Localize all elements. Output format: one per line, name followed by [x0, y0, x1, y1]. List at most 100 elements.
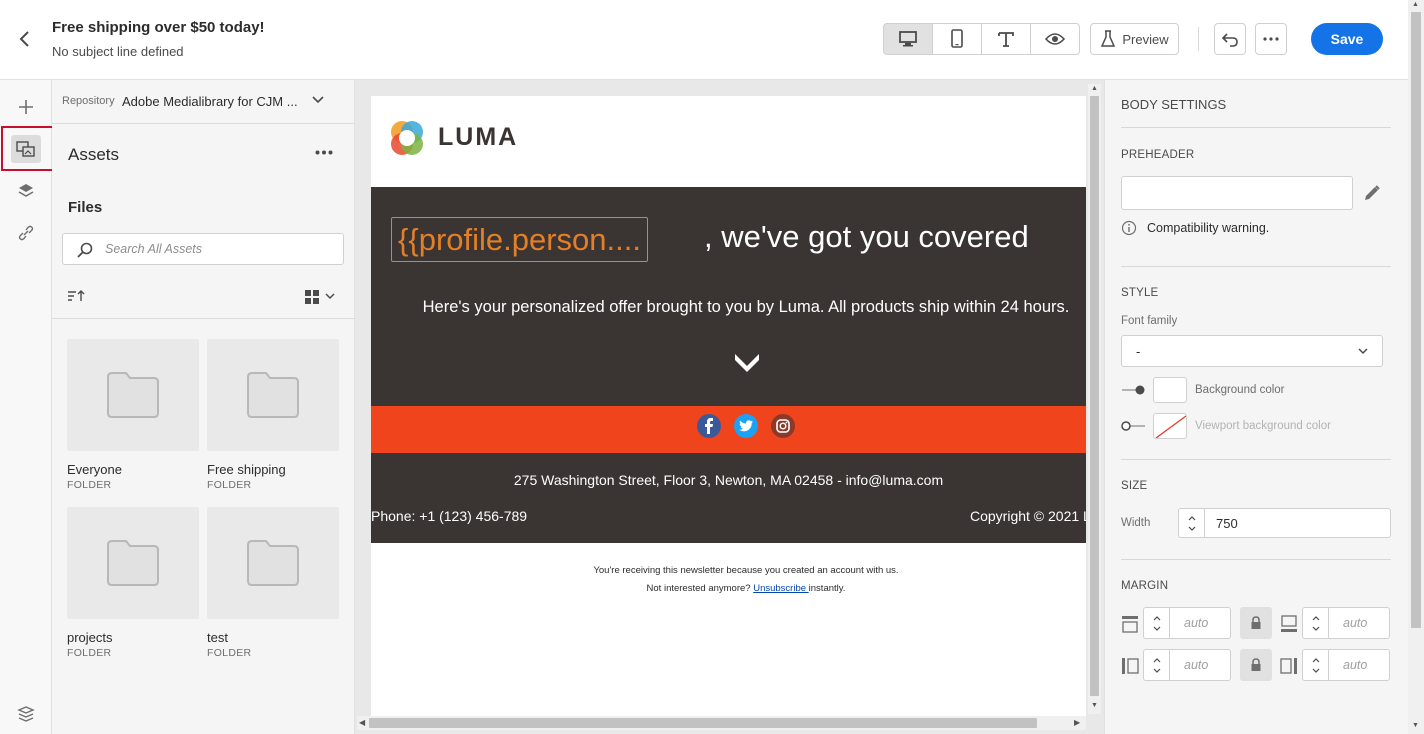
margin-top-icon — [1121, 615, 1139, 633]
newsletter-notice: You're receiving this newsletter because… — [593, 565, 899, 576]
repository-label: Repository — [62, 95, 115, 107]
margin-left-input[interactable]: auto — [1169, 649, 1231, 681]
divider — [1121, 127, 1391, 128]
chevron-down-icon[interactable] — [312, 96, 324, 104]
folder-type: FOLDER — [67, 647, 112, 659]
mobile-icon — [951, 29, 963, 48]
background-color-toggle[interactable] — [1121, 384, 1147, 396]
unsubscribe-link[interactable]: Unsubscribe — [753, 583, 808, 594]
edit-pencil-icon[interactable] — [1363, 184, 1381, 202]
viewport-bg-toggle[interactable] — [1121, 420, 1147, 432]
folder-type: FOLDER — [67, 479, 112, 491]
margin-bottom-stepper[interactable] — [1302, 607, 1328, 639]
canvas-horizontal-scrollbar[interactable]: ◀ ▶ — [357, 716, 1086, 730]
unsubscribe-post: instantly. — [808, 583, 846, 594]
address-footer: 275 Washington Street, Floor 3, Newton, … — [371, 453, 1086, 543]
margin-right-stepper[interactable] — [1302, 649, 1328, 681]
social-bar — [371, 406, 1086, 453]
background-color-swatch[interactable] — [1153, 377, 1187, 403]
instagram-icon[interactable] — [771, 414, 795, 438]
text-view-button[interactable] — [981, 23, 1031, 55]
scroll-thumb[interactable] — [1411, 12, 1421, 628]
twitter-icon[interactable] — [734, 414, 758, 438]
width-stepper[interactable] — [1178, 508, 1204, 538]
headline-text: , we've got you covered — [704, 219, 1029, 254]
font-family-label: Font family — [1121, 315, 1178, 327]
folder-card-free-shipping[interactable] — [207, 339, 339, 451]
margin-bottom-icon — [1280, 615, 1298, 633]
save-button[interactable]: Save — [1311, 23, 1383, 55]
folder-icon — [247, 372, 299, 418]
preview-button[interactable]: Preview — [1090, 23, 1179, 55]
address-text: 275 Washington Street, Floor 3, Newton, … — [513, 472, 944, 488]
scroll-up-icon[interactable]: ▲ — [1091, 85, 1098, 92]
divider — [1121, 266, 1391, 267]
assets-panel: Repository Adobe Medialibrary for CJM ..… — [52, 80, 355, 734]
phone-text: Phone: +1 (123) 456-789 — [371, 508, 528, 524]
grid-view-icon[interactable] — [304, 289, 338, 305]
scroll-down-icon[interactable]: ▼ — [1091, 702, 1098, 709]
left-rail — [0, 80, 55, 734]
preheader-input[interactable] — [1121, 176, 1353, 210]
canvas-vertical-scrollbar[interactable]: ▲ ▼ — [1088, 84, 1101, 714]
email-preview[interactable]: LUMA {{profile.person.... , we've got yo… — [371, 96, 1086, 716]
search-icon — [77, 242, 93, 258]
width-label: Width — [1121, 517, 1151, 529]
lock-icon[interactable] — [1240, 649, 1272, 681]
preheader-heading: PREHEADER — [1121, 149, 1195, 161]
divider — [1198, 27, 1199, 51]
personalization-token[interactable]: {{profile.person.... — [391, 217, 648, 262]
luma-logo-icon — [387, 118, 427, 158]
margin-bottom-input[interactable]: auto — [1328, 607, 1390, 639]
folder-card-test[interactable] — [207, 507, 339, 619]
chevron-down-icon — [734, 352, 760, 372]
divider — [52, 123, 355, 124]
page-scrollbar[interactable]: ▲ ▼ — [1408, 0, 1424, 734]
scroll-left-icon[interactable]: ◀ — [359, 718, 365, 727]
lock-icon[interactable] — [1240, 607, 1272, 639]
margin-top-stepper[interactable] — [1143, 607, 1169, 639]
more-options-button[interactable] — [1255, 23, 1287, 55]
folder-type: FOLDER — [207, 647, 252, 659]
facebook-icon[interactable] — [697, 414, 721, 438]
add-icon[interactable] — [14, 95, 38, 119]
mobile-view-button[interactable] — [932, 23, 982, 55]
folder-card-everyone[interactable] — [67, 339, 199, 451]
margin-right-input[interactable]: auto — [1328, 649, 1390, 681]
body-settings-panel: BODY SETTINGS PREHEADER Compatibility wa… — [1104, 80, 1408, 734]
viewport-bg-swatch[interactable] — [1153, 413, 1187, 439]
text-icon — [998, 32, 1014, 47]
undo-button[interactable] — [1214, 23, 1246, 55]
scroll-thumb[interactable] — [369, 718, 1037, 728]
repository-select[interactable]: Adobe Medialibrary for CJM ... — [122, 94, 298, 109]
preview-eye-button[interactable] — [1030, 23, 1080, 55]
font-family-select[interactable]: - — [1121, 335, 1383, 367]
scroll-up-icon[interactable]: ▲ — [1412, 1, 1419, 8]
margin-left-stepper[interactable] — [1143, 649, 1169, 681]
scroll-right-icon[interactable]: ▶ — [1074, 718, 1080, 727]
back-arrow-icon[interactable] — [14, 28, 36, 50]
brand-name: LUMA — [438, 123, 519, 151]
font-family-value: - — [1136, 344, 1141, 359]
margin-top-input[interactable]: auto — [1169, 607, 1231, 639]
more-icon — [1263, 37, 1279, 41]
viewport-bg-label: Viewport background color — [1195, 420, 1331, 432]
assets-icon[interactable] — [11, 135, 41, 163]
info-icon — [1121, 220, 1137, 236]
layers-icon[interactable] — [14, 179, 38, 203]
desktop-view-button[interactable] — [883, 23, 933, 55]
background-color-label: Background color — [1195, 384, 1285, 396]
more-icon[interactable] — [315, 150, 333, 155]
copyright-text: Copyright © 2021 L — [970, 508, 1086, 524]
scroll-thumb[interactable] — [1090, 96, 1099, 696]
sort-icon[interactable] — [67, 289, 87, 303]
folder-card-projects[interactable] — [67, 507, 199, 619]
folder-name: Everyone — [67, 462, 122, 477]
margin-left-icon — [1121, 657, 1139, 675]
search-input[interactable]: Search All Assets — [62, 233, 344, 265]
width-input[interactable]: 750 — [1204, 508, 1391, 538]
scroll-down-icon[interactable]: ▼ — [1412, 722, 1419, 729]
help-layers-icon[interactable] — [14, 702, 38, 726]
link-icon[interactable] — [14, 221, 38, 245]
eye-icon — [1045, 33, 1065, 45]
